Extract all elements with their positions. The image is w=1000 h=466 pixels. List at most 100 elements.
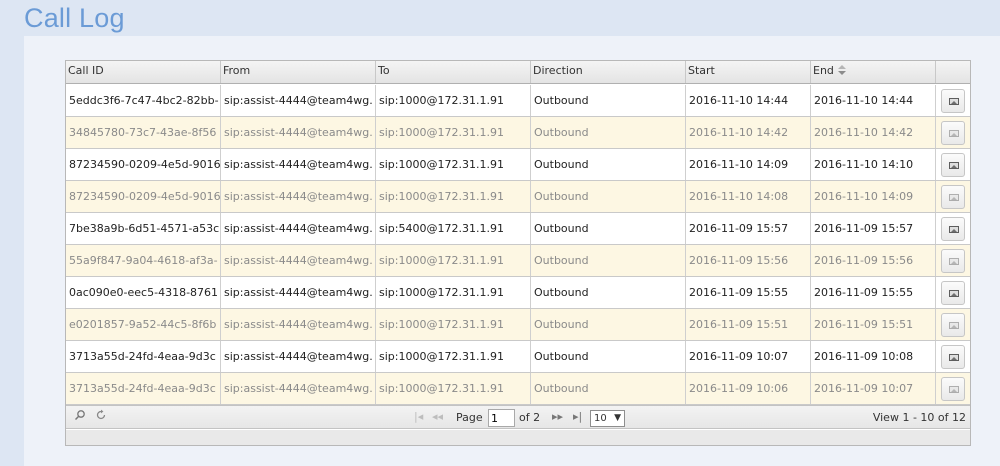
- cell-from: sip:assist-4444@team4wg.: [221, 373, 376, 404]
- column-header-label: End: [813, 64, 834, 77]
- next-page-button[interactable]: ▸▸: [552, 409, 563, 425]
- cell-start: 2016-11-09 10:06: [686, 373, 811, 404]
- table-row[interactable]: 5eddc3f6-7c47-4bc2-82bb-sip:assist-4444@…: [66, 85, 970, 117]
- cell-start: 2016-11-09 15:51: [686, 309, 811, 340]
- cell-call-id: 87234590-0209-4e5d-9016: [66, 181, 221, 212]
- cell-call-id: 3713a55d-24fd-4eaa-9d3c: [66, 341, 221, 372]
- cell-from: sip:assist-4444@team4wg.: [221, 181, 376, 212]
- cell-to: sip:1000@172.31.1.91: [376, 85, 531, 116]
- cell-end: 2016-11-09 15:51: [811, 309, 936, 340]
- cell-to: sip:1000@172.31.1.91: [376, 341, 531, 372]
- cell-direction: Outbound: [531, 309, 686, 340]
- refresh-icon[interactable]: [95, 409, 107, 426]
- image-icon: [949, 98, 959, 105]
- content-panel: Call ID From To Direction Start End 5edd…: [24, 36, 1000, 466]
- grid-header: Call ID From To Direction Start End: [66, 61, 970, 84]
- image-icon: [949, 226, 959, 233]
- column-header-call-id[interactable]: Call ID: [66, 61, 221, 83]
- table-row[interactable]: e0201857-9a52-44c5-8f6b sip:assist-4444@t…: [66, 309, 970, 341]
- image-icon: [949, 386, 959, 393]
- table-row[interactable]: 87234590-0209-4e5d-9016 sip:assist-4444@t…: [66, 149, 970, 181]
- table-row[interactable]: 34845780-73c7-43ae-8f56 sip:assist-4444@t…: [66, 117, 970, 149]
- view-details-button[interactable]: [941, 377, 965, 401]
- view-details-button[interactable]: [941, 185, 965, 209]
- cell-end: 2016-11-09 15:55: [811, 277, 936, 308]
- table-row[interactable]: 87234590-0209-4e5d-9016 sip:assist-4444@t…: [66, 181, 970, 213]
- column-header-to[interactable]: To: [376, 61, 531, 83]
- image-icon: [949, 322, 959, 329]
- table-row[interactable]: 3713a55d-24fd-4eaa-9d3c sip:assist-4444@t…: [66, 373, 970, 405]
- column-header-actions: [936, 61, 970, 83]
- grid-footer: [66, 430, 970, 445]
- cell-start: 2016-11-09 15:55: [686, 277, 811, 308]
- cell-start: 2016-11-09 15:56: [686, 245, 811, 276]
- search-icon[interactable]: [74, 409, 86, 426]
- cell-end: 2016-11-09 10:07: [811, 373, 936, 404]
- column-header-label: Start: [688, 64, 715, 77]
- cell-to: sip:1000@172.31.1.91: [376, 277, 531, 308]
- cell-from: sip:assist-4444@team4wg.: [221, 277, 376, 308]
- column-header-direction[interactable]: Direction: [531, 61, 686, 83]
- view-details-button[interactable]: [941, 89, 965, 113]
- cell-to: sip:1000@172.31.1.91: [376, 373, 531, 404]
- view-details-button[interactable]: [941, 121, 965, 145]
- page-number-input[interactable]: [488, 409, 515, 427]
- column-header-start[interactable]: Start: [686, 61, 811, 83]
- cell-call-id: 87234590-0209-4e5d-9016: [66, 149, 221, 180]
- image-icon: [949, 258, 959, 265]
- page-count: of 2: [519, 411, 541, 424]
- column-header-label: From: [223, 64, 251, 77]
- view-details-button[interactable]: [941, 153, 965, 177]
- first-page-button[interactable]: |◂: [414, 409, 423, 425]
- cell-to: sip:1000@172.31.1.91: [376, 245, 531, 276]
- cell-start: 2016-11-10 14:44: [686, 85, 811, 116]
- view-details-button[interactable]: [941, 281, 965, 305]
- cell-end: 2016-11-10 14:09: [811, 181, 936, 212]
- cell-direction: Outbound: [531, 373, 686, 404]
- chevron-down-icon: ▼: [614, 413, 621, 423]
- rows-per-page-select[interactable]: 10 ▼: [590, 410, 625, 427]
- cell-start: 2016-11-10 14:08: [686, 181, 811, 212]
- pager: |◂ ◂◂ Page of 2 ▸▸ ▸| 10 ▼ View 1 - 10 o…: [66, 405, 970, 429]
- table-row[interactable]: 55a9f847-9a04-4618-af3a-sip:assist-4444@…: [66, 245, 970, 277]
- sort-icon[interactable]: [837, 65, 846, 75]
- column-header-end[interactable]: End: [811, 61, 936, 83]
- cell-end: 2016-11-09 10:08: [811, 341, 936, 372]
- cell-call-id: 5eddc3f6-7c47-4bc2-82bb-: [66, 85, 221, 116]
- cell-from: sip:assist-4444@team4wg.: [221, 117, 376, 148]
- column-header-from[interactable]: From: [221, 61, 376, 83]
- cell-direction: Outbound: [531, 181, 686, 212]
- cell-call-id: 3713a55d-24fd-4eaa-9d3c: [66, 373, 221, 404]
- image-icon: [949, 130, 959, 137]
- cell-direction: Outbound: [531, 85, 686, 116]
- view-details-button[interactable]: [941, 313, 965, 337]
- cell-direction: Outbound: [531, 149, 686, 180]
- cell-end: 2016-11-10 14:10: [811, 149, 936, 180]
- view-details-button[interactable]: [941, 249, 965, 273]
- view-details-button[interactable]: [941, 345, 965, 369]
- cell-call-id: 7be38a9b-6d51-4571-a53c: [66, 213, 221, 244]
- image-icon: [949, 354, 959, 361]
- cell-call-id: 55a9f847-9a04-4618-af3a-: [66, 245, 221, 276]
- cell-call-id: 0ac090e0-eec5-4318-8761: [66, 277, 221, 308]
- cell-start: 2016-11-09 15:57: [686, 213, 811, 244]
- cell-from: sip:assist-4444@team4wg.: [221, 85, 376, 116]
- cell-to: sip:1000@172.31.1.91: [376, 309, 531, 340]
- last-page-button[interactable]: ▸|: [573, 409, 582, 425]
- cell-from: sip:assist-4444@team4wg.: [221, 309, 376, 340]
- cell-end: 2016-11-10 14:42: [811, 117, 936, 148]
- cell-to: sip:1000@172.31.1.91: [376, 117, 531, 148]
- view-details-button[interactable]: [941, 217, 965, 241]
- column-header-label: To: [378, 64, 390, 77]
- table-row[interactable]: 3713a55d-24fd-4eaa-9d3c sip:assist-4444@t…: [66, 341, 970, 373]
- cell-start: 2016-11-10 14:42: [686, 117, 811, 148]
- cell-start: 2016-11-09 10:07: [686, 341, 811, 372]
- cell-direction: Outbound: [531, 341, 686, 372]
- table-row[interactable]: 0ac090e0-eec5-4318-8761 sip:assist-4444@t…: [66, 277, 970, 309]
- cell-direction: Outbound: [531, 245, 686, 276]
- table-row[interactable]: 7be38a9b-6d51-4571-a53c sip:assist-4444@t…: [66, 213, 970, 245]
- previous-page-button[interactable]: ◂◂: [432, 409, 443, 425]
- record-count: View 1 - 10 of 12: [872, 411, 966, 424]
- cell-to: sip:5400@172.31.1.91: [376, 213, 531, 244]
- cell-end: 2016-11-09 15:56: [811, 245, 936, 276]
